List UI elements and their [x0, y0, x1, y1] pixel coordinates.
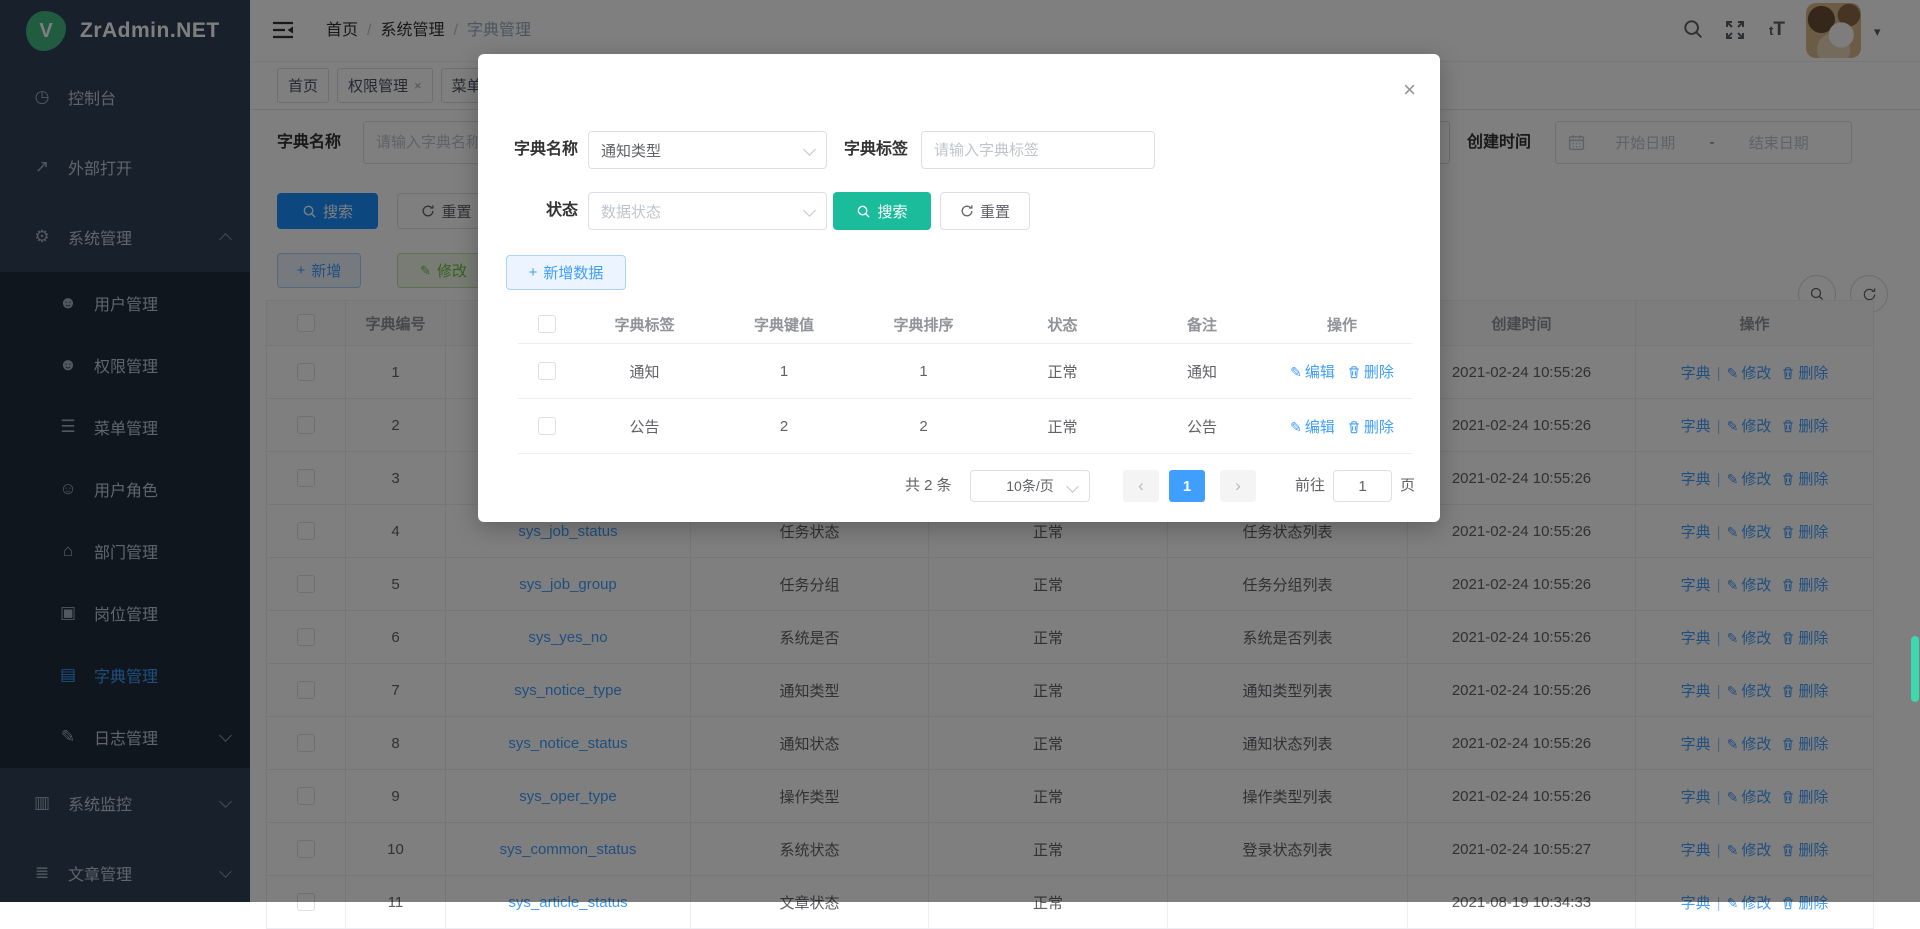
- modal-add-data-button[interactable]: + 新增数据: [506, 255, 626, 290]
- modal-cell-sort: 1: [854, 344, 993, 399]
- modal-status-select[interactable]: 数据状态: [588, 192, 827, 230]
- modal-cell-status: 正常: [993, 344, 1132, 399]
- pencil-icon: ✎: [1290, 419, 1302, 435]
- pagination-next-button[interactable]: ›: [1220, 470, 1256, 502]
- modal-edit-link[interactable]: ✎编辑: [1290, 419, 1335, 436]
- pagination-unit-label: 页: [1400, 470, 1415, 502]
- modal-status-placeholder: 数据状态: [601, 201, 661, 222]
- chevron-down-icon: [803, 204, 816, 217]
- trash-icon: [1347, 365, 1361, 379]
- modal-delete-link[interactable]: 删除: [1347, 364, 1394, 381]
- page-size-value: 10条/页: [1006, 476, 1053, 496]
- dict-data-modal: × 字典名称 通知类型 字典标签 状态 数据状态 搜索 重置 + 新增数据 字典…: [478, 54, 1440, 522]
- modal-cell-remark: 公告: [1132, 399, 1272, 454]
- modal-status-label: 状态: [492, 192, 578, 230]
- modal-table-row: 通知11正常通知✎编辑删除: [518, 344, 1412, 399]
- modal-search-button[interactable]: 搜索: [833, 192, 931, 230]
- modal-table-header-row: 字典标签字典键值字典排序状态备注操作: [518, 305, 1412, 344]
- modal-reset-button[interactable]: 重置: [940, 192, 1030, 230]
- modal-cell-value: 1: [714, 344, 854, 399]
- plus-icon: +: [529, 264, 538, 281]
- search-icon: [856, 204, 871, 219]
- modal-dict-name-value: 通知类型: [601, 140, 661, 161]
- pencil-icon: ✎: [1290, 364, 1302, 380]
- modal-column-header: [518, 305, 575, 344]
- modal-table-row: 公告22正常公告✎编辑删除: [518, 399, 1412, 454]
- refresh-icon: [960, 204, 974, 218]
- modal-column-header: 字典键值: [714, 305, 854, 344]
- modal-column-header: 字典标签: [575, 305, 714, 344]
- scrollbar-thumb[interactable]: [1911, 636, 1919, 702]
- modal-cell-label: 公告: [575, 399, 714, 454]
- pagination-prev-button[interactable]: ‹: [1123, 470, 1159, 502]
- modal-column-header: 操作: [1272, 305, 1412, 344]
- pagination-goto-label: 前往: [1295, 470, 1325, 502]
- modal-search-button-label: 搜索: [877, 201, 907, 222]
- modal-dict-label-label: 字典标签: [830, 131, 908, 169]
- pagination-page-1[interactable]: 1: [1169, 470, 1205, 502]
- pagination-goto-input[interactable]: [1333, 470, 1392, 502]
- modal-column-header: 备注: [1132, 305, 1272, 344]
- modal-column-header: 状态: [993, 305, 1132, 344]
- modal-cell-remark: 通知: [1132, 344, 1272, 399]
- modal-select-all-checkbox[interactable]: [538, 315, 556, 333]
- modal-row-checkbox[interactable]: [538, 362, 556, 380]
- modal-row-checkbox[interactable]: [538, 417, 556, 435]
- modal-dict-name-select[interactable]: 通知类型: [588, 131, 827, 169]
- modal-reset-button-label: 重置: [980, 201, 1010, 222]
- modal-row-checkbox-cell: [518, 344, 575, 399]
- modal-dict-name-label: 字典名称: [492, 131, 578, 169]
- modal-edit-link[interactable]: ✎编辑: [1290, 364, 1335, 381]
- pagination-total: 共 2 条: [905, 470, 952, 502]
- page-size-select[interactable]: 10条/页: [970, 470, 1090, 502]
- modal-row-actions: ✎编辑删除: [1272, 399, 1412, 454]
- close-icon[interactable]: ×: [1403, 80, 1416, 100]
- modal-cell-value: 2: [714, 399, 854, 454]
- modal-column-header: 字典排序: [854, 305, 993, 344]
- modal-cell-status: 正常: [993, 399, 1132, 454]
- modal-row-checkbox-cell: [518, 399, 575, 454]
- modal-row-actions: ✎编辑删除: [1272, 344, 1412, 399]
- modal-delete-link[interactable]: 删除: [1347, 419, 1394, 436]
- chevron-down-icon: [1066, 480, 1079, 493]
- modal-add-data-label: 新增数据: [543, 262, 603, 283]
- chevron-down-icon: [803, 143, 816, 156]
- modal-cell-label: 通知: [575, 344, 714, 399]
- modal-dict-data-table: 字典标签字典键值字典排序状态备注操作通知11正常通知✎编辑删除公告22正常公告✎…: [518, 305, 1412, 454]
- modal-cell-sort: 2: [854, 399, 993, 454]
- modal-dict-label-input[interactable]: [921, 131, 1155, 169]
- trash-icon: [1347, 420, 1361, 434]
